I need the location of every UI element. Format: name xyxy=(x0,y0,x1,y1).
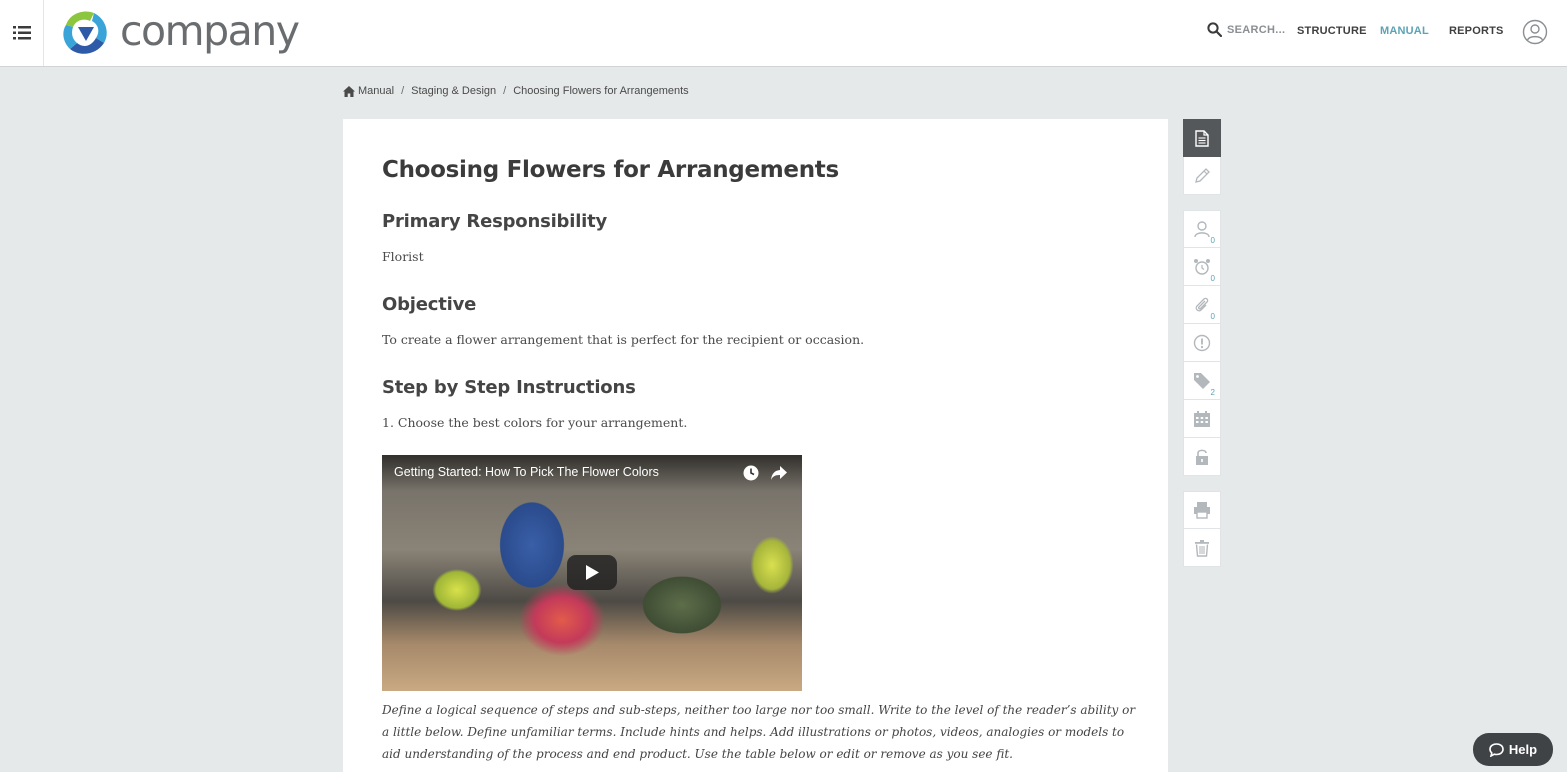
search-placeholder[interactable]: SEARCH... xyxy=(1227,24,1285,36)
instructions-caption: Define a logical sequence of steps and s… xyxy=(382,703,1136,761)
reminders-count: 0 xyxy=(1210,274,1215,283)
breadcrumb: Manual / Staging & Design / Choosing Flo… xyxy=(343,85,689,97)
attachments-button[interactable]: 0 xyxy=(1183,286,1221,324)
objective-heading: Objective xyxy=(382,294,477,315)
logo-mark-icon xyxy=(63,11,107,54)
delete-button[interactable] xyxy=(1183,529,1221,567)
help-label: Help xyxy=(1508,742,1538,757)
lock-button[interactable] xyxy=(1183,438,1221,476)
reminders-button[interactable]: 0 xyxy=(1183,248,1221,286)
tool-group-primary xyxy=(1183,119,1221,195)
video-title[interactable]: Getting Started: How To Pick The Flower … xyxy=(394,465,659,479)
objective-text: To create a flower arrangement that is p… xyxy=(382,332,865,347)
breadcrumb-current: Choosing Flowers for Arrangements xyxy=(513,85,689,97)
breadcrumb-staging-design[interactable]: Staging & Design xyxy=(411,85,496,97)
home-icon[interactable] xyxy=(343,85,355,97)
step-1-text: 1. Choose the best colors for your arran… xyxy=(382,415,688,430)
breadcrumb-manual[interactable]: Manual xyxy=(358,85,394,97)
tag-icon xyxy=(1194,372,1210,389)
user-circle-icon xyxy=(1522,19,1548,45)
search-box[interactable]: SEARCH... xyxy=(1207,22,1285,37)
primary-responsibility-heading: Primary Responsibility xyxy=(382,211,608,232)
top-bar: company SEARCH... STRUCTURE MANUAL REPOR… xyxy=(0,0,1567,67)
document-title: Choosing Flowers for Arrangements xyxy=(382,157,839,183)
edit-button[interactable] xyxy=(1183,157,1221,195)
calendar-icon xyxy=(1194,410,1210,427)
assignees-button[interactable]: 0 xyxy=(1183,210,1221,248)
nav-structure[interactable]: STRUCTURE xyxy=(1297,25,1367,37)
breadcrumb-separator: / xyxy=(401,85,405,97)
paperclip-icon xyxy=(1195,297,1209,311)
tool-group-actions xyxy=(1183,491,1221,567)
alerts-button[interactable] xyxy=(1183,324,1221,362)
user-menu-button[interactable] xyxy=(1522,19,1548,45)
pencil-icon xyxy=(1195,167,1210,183)
lock-icon xyxy=(1196,449,1208,465)
steps-heading: Step by Step Instructions xyxy=(382,377,636,398)
tags-button[interactable]: 2 xyxy=(1183,362,1221,400)
share-icon[interactable] xyxy=(770,465,788,481)
breadcrumb-separator: / xyxy=(503,85,507,97)
help-button[interactable]: Help xyxy=(1473,733,1553,766)
trash-icon xyxy=(1195,539,1209,557)
video-player[interactable]: Getting Started: How To Pick The Flower … xyxy=(382,455,802,691)
print-button[interactable] xyxy=(1183,491,1221,529)
assignees-count: 0 xyxy=(1210,236,1215,245)
schedule-button[interactable] xyxy=(1183,400,1221,438)
exclamation-icon xyxy=(1193,334,1211,351)
attachments-count: 0 xyxy=(1210,312,1215,321)
nav-reports[interactable]: REPORTS xyxy=(1449,25,1504,37)
company-logo[interactable]: company xyxy=(60,6,300,60)
document-panel: Choosing Flowers for Arrangements Primar… xyxy=(343,119,1168,772)
view-document-button[interactable] xyxy=(1183,119,1221,157)
nav-manual[interactable]: MANUAL xyxy=(1380,25,1429,37)
menu-toggle-button[interactable] xyxy=(0,0,44,66)
list-icon xyxy=(12,26,31,40)
tags-count: 2 xyxy=(1210,388,1215,397)
printer-icon xyxy=(1194,502,1210,519)
logo-text: company xyxy=(120,7,300,55)
watch-later-icon[interactable] xyxy=(743,465,759,481)
person-icon xyxy=(1194,221,1210,238)
video-play-button[interactable] xyxy=(567,555,617,590)
alarm-clock-icon xyxy=(1194,258,1210,275)
document-icon xyxy=(1195,129,1209,147)
search-icon xyxy=(1207,22,1222,37)
play-icon xyxy=(586,565,599,580)
primary-responsibility-value: Florist xyxy=(382,249,424,264)
chat-bubble-icon xyxy=(1489,742,1504,757)
tool-group-details: 0 0 0 2 xyxy=(1183,210,1221,476)
